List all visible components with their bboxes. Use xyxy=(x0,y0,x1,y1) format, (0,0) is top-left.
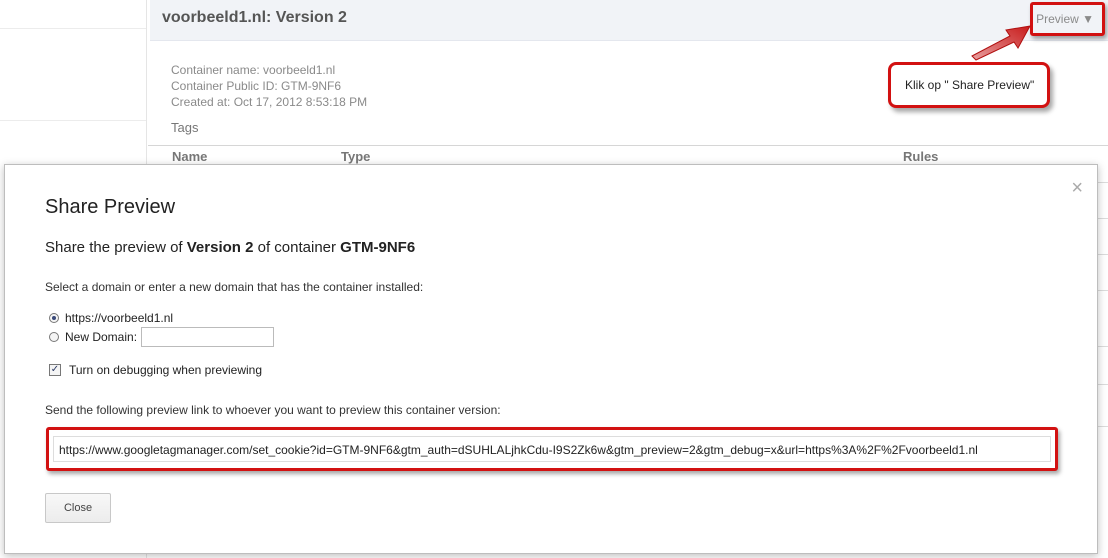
table-row-edge xyxy=(1098,426,1108,427)
column-header-name: Name xyxy=(172,149,208,164)
table-row-edge xyxy=(1098,182,1108,183)
table-row-edge xyxy=(1098,290,1108,291)
subtitle-version: Version 2 xyxy=(186,239,254,256)
column-header-type: Type xyxy=(341,149,371,164)
domain-option-label: https://voorbeeld1.nl xyxy=(65,311,174,325)
close-button[interactable]: Close xyxy=(45,493,111,523)
radio-selected-icon[interactable] xyxy=(49,313,59,323)
table-row-edge xyxy=(1098,254,1108,255)
preview-link-field[interactable]: https://www.googletagmanager.com/set_coo… xyxy=(53,436,1051,462)
tags-heading: Tags xyxy=(171,120,199,135)
domain-option-existing[interactable]: https://voorbeeld1.nl xyxy=(49,311,173,325)
radio-unselected-icon[interactable] xyxy=(49,332,59,342)
table-row-edge xyxy=(1098,384,1108,385)
version-header: voorbeeld1.nl: Version 2 Preview ▼ xyxy=(150,0,1108,41)
pointer-arrow-icon xyxy=(971,25,1031,61)
container-name: Container name: voorbeeld1.nl xyxy=(171,63,336,77)
dialog-subtitle: Share the preview of Version 2 of contai… xyxy=(45,239,415,256)
container-created-at: Created at: Oct 17, 2012 8:53:18 PM xyxy=(171,95,368,109)
dialog-title: Share Preview xyxy=(45,196,176,218)
table-row-edge xyxy=(1098,218,1108,219)
callout-text: Klik op " Share Preview" xyxy=(905,78,1035,92)
domain-prompt: Select a domain or enter a new domain th… xyxy=(45,280,424,294)
debug-label: Turn on debugging when previewing xyxy=(69,363,263,377)
preview-highlight-box xyxy=(1030,2,1105,36)
container-public-id: Container Public ID: GTM-9NF6 xyxy=(171,79,342,93)
container-meta: Container name: voorbeeld1.nl Container … xyxy=(171,62,367,110)
new-domain-label: New Domain: xyxy=(65,330,138,344)
close-icon[interactable]: × xyxy=(1071,177,1083,200)
sidebar-divider xyxy=(0,120,146,121)
new-domain-input[interactable] xyxy=(141,327,275,347)
page-title: voorbeeld1.nl: Version 2 xyxy=(162,9,347,26)
tags-table-header: Name Type Rules xyxy=(148,145,1108,164)
debug-option[interactable]: ✓ Turn on debugging when previewing xyxy=(49,363,262,377)
subtitle-container-id: GTM-9NF6 xyxy=(340,239,416,256)
instruction-callout: Klik op " Share Preview" xyxy=(888,62,1050,108)
sidebar-divider xyxy=(0,28,146,29)
send-link-label: Send the following preview link to whoev… xyxy=(45,403,501,417)
domain-option-new[interactable]: New Domain: xyxy=(49,327,275,347)
subtitle-prefix: Share the preview of xyxy=(45,239,187,256)
subtitle-middle: of container xyxy=(253,239,341,256)
column-header-rules: Rules xyxy=(903,149,939,164)
table-row-edge xyxy=(1098,346,1108,347)
preview-link-highlight: https://www.googletagmanager.com/set_coo… xyxy=(46,427,1058,471)
share-preview-dialog: × Share Preview Share the preview of Ver… xyxy=(4,164,1098,554)
checkbox-checked-icon[interactable]: ✓ xyxy=(49,364,61,376)
